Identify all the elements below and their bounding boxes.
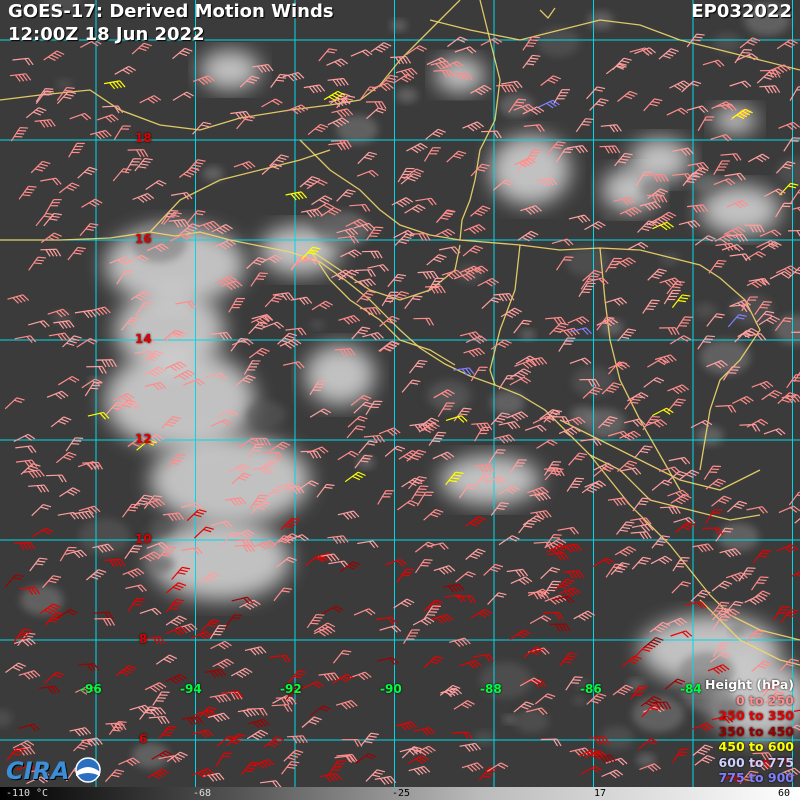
barb-shaft xyxy=(455,595,472,598)
cloud-texture xyxy=(473,730,495,745)
cloud-texture xyxy=(503,714,516,724)
barb-shaft xyxy=(589,736,606,739)
legend-title: Height (hPa) xyxy=(705,677,794,692)
lat-label-18: 18 xyxy=(135,131,152,145)
barb-shaft xyxy=(246,707,264,710)
legend-entry: 600 to 775 xyxy=(718,754,794,770)
cloud-texture xyxy=(695,426,724,446)
cloud-texture xyxy=(718,522,759,552)
cloud-texture xyxy=(565,245,610,277)
colorbar-tick-min: -110 xyxy=(6,788,31,799)
cloud-texture xyxy=(246,401,286,429)
legend-entry: 450 to 600 xyxy=(718,739,794,754)
legend-entry: 350 to 450 xyxy=(718,723,794,739)
cloud-texture xyxy=(149,555,175,573)
barb-shaft xyxy=(355,269,372,272)
cloud-mass xyxy=(700,185,780,235)
barb-shaft xyxy=(599,145,616,148)
cloud-texture xyxy=(20,585,64,616)
legend-entry: 250 to 350 xyxy=(718,708,794,723)
lat-label-12: 12 xyxy=(135,432,152,446)
cloud-texture xyxy=(583,408,626,439)
barb-shaft xyxy=(650,701,667,704)
barb-shaft xyxy=(542,611,559,614)
cloud-texture xyxy=(627,678,645,691)
barb-shaft xyxy=(330,139,348,142)
cloud-mass xyxy=(490,135,570,205)
barb-shaft xyxy=(451,731,468,734)
height-legend: Height (hPa) 0 to 250 250 to 350 350 to 45… xyxy=(705,677,794,800)
cloud-texture xyxy=(390,19,407,32)
lon-label-86: -86 xyxy=(580,682,602,696)
cloud-mass xyxy=(200,50,260,90)
colorbar-tick-max: 60 xyxy=(778,788,791,799)
lat-label-16: 16 xyxy=(135,232,152,246)
map-timestamp: 12:00Z 18 Jun 2022 xyxy=(8,24,205,45)
lon-label-92: -92 xyxy=(280,682,302,696)
barb-shaft xyxy=(45,474,63,477)
barb-shaft xyxy=(647,173,665,176)
lat-label-14: 14 xyxy=(135,332,152,346)
cloud-texture xyxy=(310,319,325,330)
map-canvas xyxy=(0,0,800,800)
cloud-texture xyxy=(537,27,580,57)
colorbar-tick-4: 17 xyxy=(594,788,607,799)
lon-label-90: -90 xyxy=(380,682,402,696)
cloud-texture xyxy=(396,87,418,103)
cira-logo: CIRA xyxy=(6,757,70,785)
cloud-texture xyxy=(602,210,616,220)
noaa-logo-icon xyxy=(75,757,101,783)
cloud-texture xyxy=(132,742,169,769)
storm-id: EP032022 xyxy=(691,1,792,22)
barb-shaft xyxy=(481,130,498,133)
legend-entries: 0 to 250 250 to 350 350 to 450 450 to 600 60… xyxy=(705,693,794,800)
colorbar-tick-2: -68 xyxy=(193,788,212,799)
cloud-texture xyxy=(520,329,536,341)
lon-label-94: -94 xyxy=(180,682,202,696)
lon-label-96: -96 xyxy=(80,682,102,696)
lon-label-88: -88 xyxy=(480,682,502,696)
cloud-texture xyxy=(694,302,717,319)
barb-shaft xyxy=(82,461,99,464)
colorbar-tick-3: -25 xyxy=(392,788,411,799)
colorbar-unit: °C xyxy=(36,788,49,799)
lon-label-84: -84 xyxy=(680,682,702,696)
lat-label-8: 8 xyxy=(139,632,148,646)
cloud-mass xyxy=(630,138,690,182)
cloud-texture xyxy=(729,623,747,636)
lat-label-6: 6 xyxy=(139,732,148,746)
lat-label-10: 10 xyxy=(135,532,152,546)
barb-shaft xyxy=(40,248,57,251)
legend-entry: 775 to 900 xyxy=(718,770,794,785)
cloud-mass xyxy=(713,106,757,134)
cloud-mass xyxy=(150,435,310,525)
map-title: GOES-17: Derived Motion Winds xyxy=(8,1,334,22)
cloud-texture xyxy=(514,708,549,734)
barb-shaft xyxy=(739,423,756,426)
cloud-texture xyxy=(150,518,174,535)
satellite-wind-map: GOES-17: Derived Motion Winds 12:00Z 18 … xyxy=(0,0,800,800)
legend-entry: 0 to 250 xyxy=(735,692,794,708)
cloud-texture xyxy=(572,695,586,706)
cloud-texture xyxy=(202,166,224,182)
